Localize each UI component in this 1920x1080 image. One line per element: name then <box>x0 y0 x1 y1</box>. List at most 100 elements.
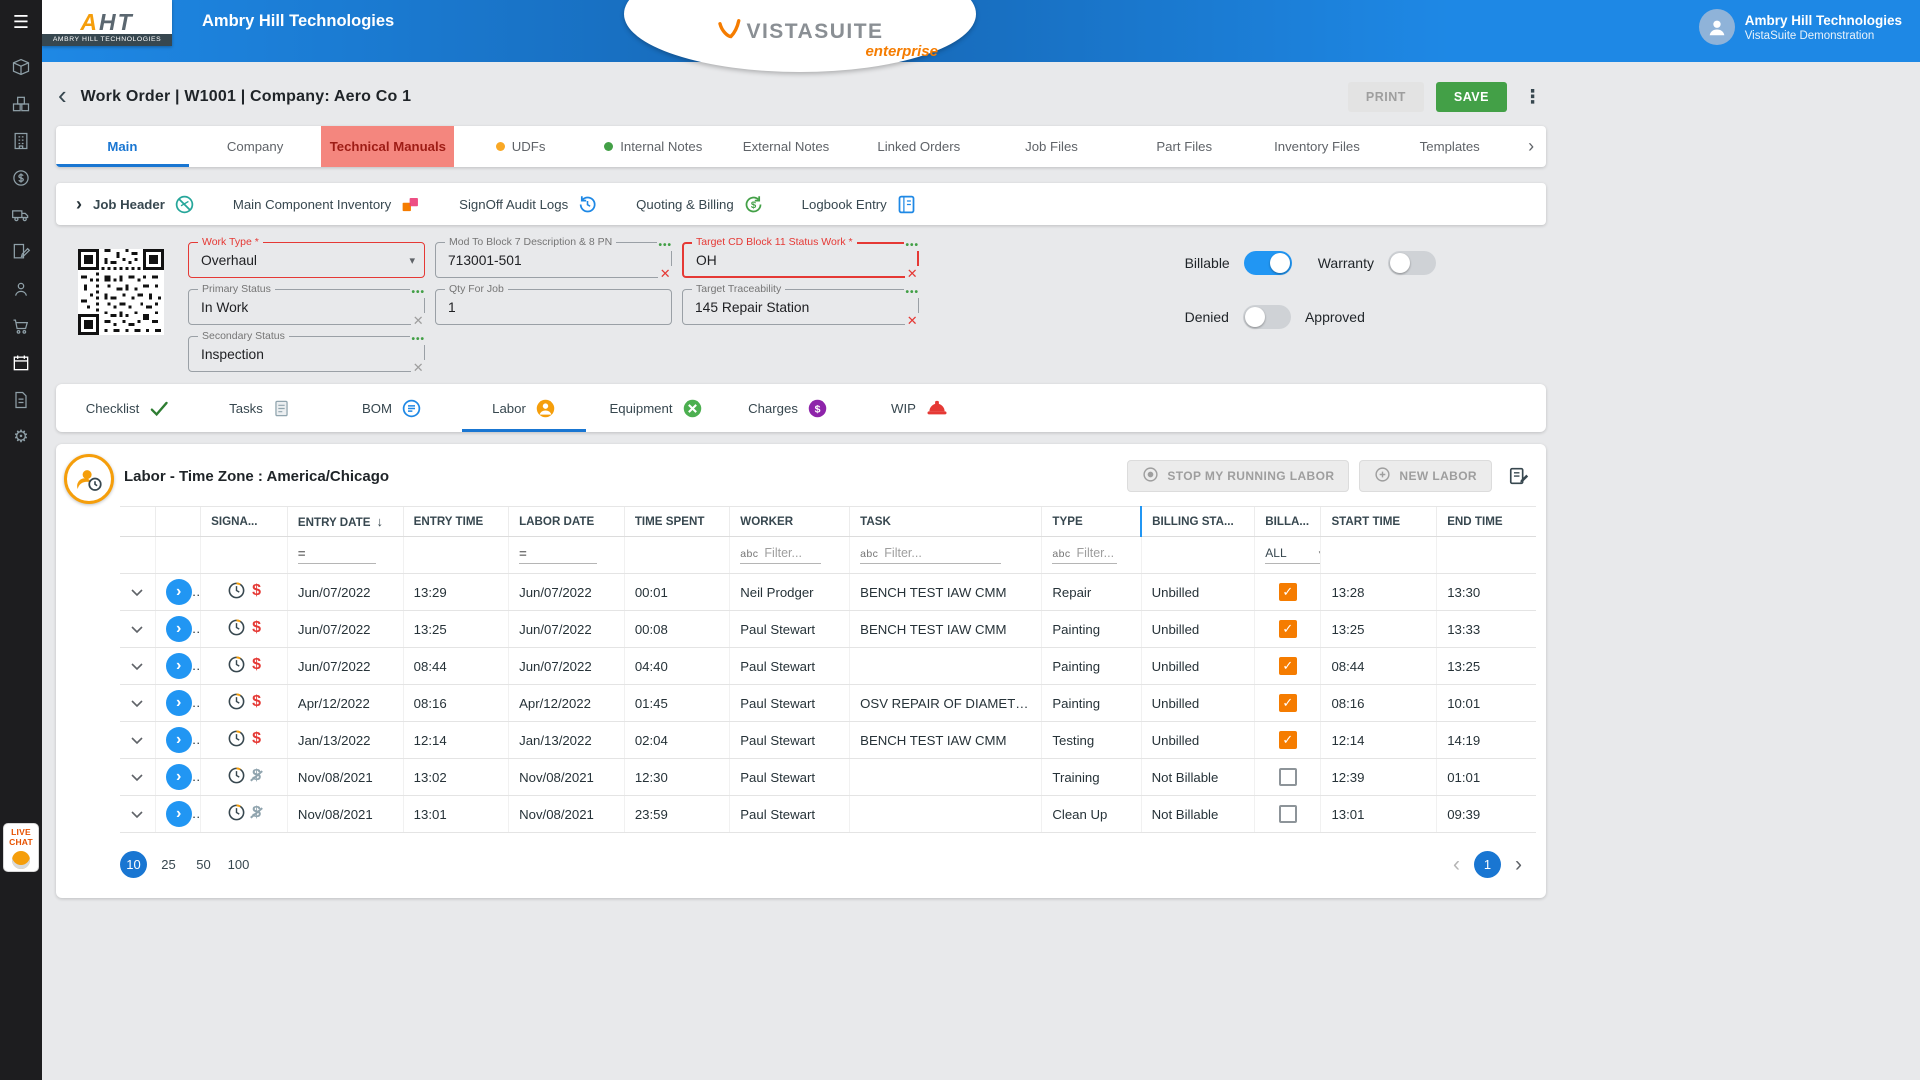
open-row-button[interactable]: › <box>165 690 192 716</box>
col-header-billa[interactable]: BILLA... <box>1254 506 1321 537</box>
detail-tab-wip[interactable]: WIP <box>854 384 986 432</box>
open-row-button[interactable]: › <box>165 764 192 790</box>
user-menu[interactable]: Ambry Hill Technologies VistaSuite Demon… <box>1698 9 1902 45</box>
target-traceability-clear-icon[interactable]: ✕ <box>904 313 920 329</box>
detail-tab-charges[interactable]: Charges $ <box>722 384 854 432</box>
equals-filter-icon[interactable]: = <box>519 547 527 560</box>
detail-tab-checklist[interactable]: Checklist <box>62 384 194 432</box>
document-icon[interactable] <box>11 390 31 410</box>
col-header-task[interactable]: TASK <box>849 506 1042 537</box>
page-size-50[interactable]: 50 <box>190 851 217 878</box>
subnav-signoff-audit-logs[interactable]: SignOff Audit Logs <box>459 194 598 215</box>
open-row-button[interactable]: › <box>165 653 192 679</box>
page-size-100[interactable]: 100 <box>225 851 252 878</box>
billable-checkbox[interactable]: ✓ <box>1278 583 1297 601</box>
primary-status-more-icon[interactable]: ••• <box>410 287 426 298</box>
secondary-status-more-icon[interactable]: ••• <box>410 334 426 345</box>
building-icon[interactable] <box>11 131 31 151</box>
tab-udfs[interactable]: UDFs <box>454 126 587 167</box>
expand-row-icon[interactable] <box>131 736 143 745</box>
current-page[interactable]: 1 <box>1474 851 1501 878</box>
page-size-10[interactable]: 10 <box>120 851 147 878</box>
subnav-logbook-entry[interactable]: Logbook Entry <box>802 194 917 215</box>
company-logo[interactable]: AHT AMBRY HILL TECHNOLOGIES <box>42 0 172 46</box>
billable-checkbox[interactable]: ✓ <box>1278 620 1297 638</box>
workorder-edit-icon[interactable] <box>11 242 31 262</box>
page-size-25[interactable]: 25 <box>155 851 182 878</box>
date-filter-input[interactable]: = <box>519 547 597 564</box>
col-header-signa[interactable]: SIGNA... <box>200 506 288 537</box>
boxes-icon[interactable] <box>11 94 31 114</box>
expand-row-icon[interactable] <box>131 773 143 782</box>
next-page-icon[interactable]: › <box>1515 854 1522 875</box>
open-row-button[interactable]: › <box>165 579 192 605</box>
subnav-main-component-inventory[interactable]: Main Component Inventory <box>233 194 421 215</box>
denied-approved-toggle[interactable] <box>1242 305 1291 329</box>
more-options-icon[interactable]: ⋮ <box>1519 86 1546 109</box>
sort-desc-icon[interactable]: ↓ <box>377 514 384 529</box>
open-row-button[interactable]: › <box>165 616 192 642</box>
date-filter-input[interactable]: = <box>297 547 376 564</box>
billable-filter-select[interactable]: ALL▾ <box>1265 546 1321 564</box>
subnav-job-header[interactable]: › Job Header <box>76 194 195 215</box>
menu-icon[interactable]: ☰ <box>13 12 29 33</box>
col-header-billing-sta[interactable]: BILLING STA... <box>1140 506 1255 537</box>
expand-row-icon[interactable] <box>131 662 143 671</box>
print-button[interactable]: PRINT <box>1347 82 1424 112</box>
people-icon[interactable] <box>11 279 31 299</box>
expand-row-icon[interactable] <box>131 625 143 634</box>
tab-internal-notes[interactable]: Internal Notes <box>587 126 720 167</box>
calendar-icon[interactable] <box>11 353 31 373</box>
target-traceability-more-icon[interactable]: ••• <box>904 287 920 298</box>
tab-main[interactable]: Main <box>56 126 189 167</box>
tab-linked-orders[interactable]: Linked Orders <box>852 126 985 167</box>
detail-tab-bom[interactable]: BOM <box>326 384 458 432</box>
tab-company[interactable]: Company <box>189 126 322 167</box>
col-header-type[interactable]: TYPE <box>1041 506 1142 537</box>
col-header-start-time[interactable]: START TIME <box>1320 506 1437 537</box>
finance-icon[interactable] <box>11 168 31 188</box>
expand-row-icon[interactable] <box>131 810 143 819</box>
detail-tab-equipment[interactable]: Equipment <box>590 384 722 432</box>
abc-filter-icon[interactable]: abc <box>860 548 878 560</box>
detail-tab-labor[interactable]: Labor <box>458 384 590 432</box>
tab-inventory-files[interactable]: Inventory Files <box>1251 126 1384 167</box>
new-labor-button[interactable]: NEW LABOR <box>1359 460 1492 492</box>
mod-to-block-more-icon[interactable]: ••• <box>657 240 673 251</box>
detail-tab-tasks[interactable]: Tasks <box>194 384 326 432</box>
cart-icon[interactable] <box>11 316 31 336</box>
billable-checkbox[interactable]: ✓ <box>1278 694 1297 712</box>
back-icon[interactable]: ‹ <box>56 82 69 110</box>
text-filter-input[interactable]: abc Filter... <box>1052 546 1117 564</box>
tab-external-notes[interactable]: External Notes <box>720 126 853 167</box>
billable-checkbox[interactable] <box>1278 768 1297 786</box>
primary-status-clear-icon[interactable]: ✕ <box>410 313 426 329</box>
col-header-entry-time[interactable]: ENTRY TIME <box>402 506 509 537</box>
save-button[interactable]: SAVE <box>1435 82 1507 112</box>
abc-filter-icon[interactable]: abc <box>1052 548 1070 560</box>
tab-overflow-icon[interactable]: › <box>1516 126 1546 167</box>
open-row-button[interactable]: › <box>165 801 192 827</box>
edit-columns-icon[interactable] <box>1508 465 1530 487</box>
tab-job-files[interactable]: Job Files <box>985 126 1118 167</box>
col-header-entry-date[interactable]: ENTRY DATE ↓ <box>286 506 404 537</box>
billable-checkbox[interactable]: ✓ <box>1278 657 1297 675</box>
target-cd-more-icon[interactable]: ••• <box>904 240 920 251</box>
tab-part-files[interactable]: Part Files <box>1118 126 1251 167</box>
billable-checkbox[interactable] <box>1278 805 1297 823</box>
truck-icon[interactable] <box>11 205 31 225</box>
col-header-time-spent[interactable]: TIME SPENT <box>623 506 730 537</box>
text-filter-input[interactable]: abc Filter... <box>860 546 1001 564</box>
col-header-end-time[interactable]: END TIME <box>1436 506 1536 537</box>
tab-templates[interactable]: Templates <box>1383 126 1516 167</box>
live-chat-button[interactable]: LIVE CHAT <box>3 822 39 872</box>
equals-filter-icon[interactable]: = <box>298 547 306 560</box>
package-icon[interactable] <box>11 57 31 77</box>
billable-checkbox[interactable]: ✓ <box>1278 731 1297 749</box>
col-header-worker[interactable]: WORKER <box>729 506 850 537</box>
abc-filter-icon[interactable]: abc <box>740 548 758 560</box>
warranty-toggle[interactable] <box>1388 251 1436 275</box>
prev-page-icon[interactable]: ‹ <box>1453 854 1460 875</box>
target-cd-clear-icon[interactable]: ✕ <box>904 266 920 282</box>
secondary-status-clear-icon[interactable]: ✕ <box>410 360 426 376</box>
